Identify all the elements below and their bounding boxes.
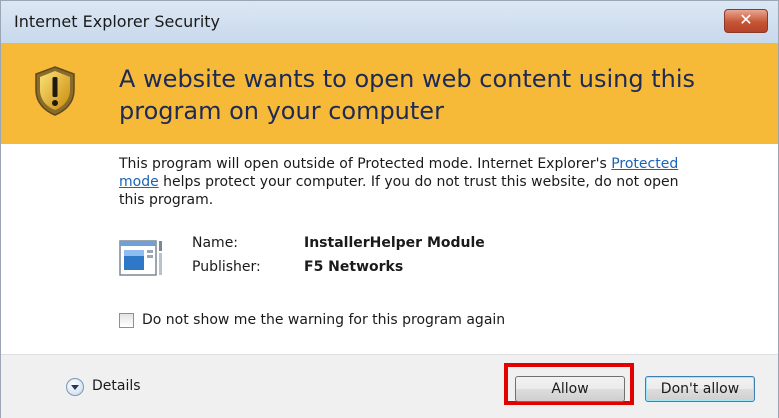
description-text-after: helps protect your computer. If you do n… <box>119 174 679 208</box>
publisher-value: F5 Networks <box>304 259 404 275</box>
warning-banner: A website wants to open web content usin… <box>1 44 778 144</box>
close-button[interactable]: ✕ <box>724 9 768 33</box>
chevron-down-icon[interactable] <box>66 378 84 396</box>
shield-warning-icon <box>35 66 75 116</box>
program-window-icon <box>119 240 162 276</box>
button-bar: Details Allow Don't allow <box>1 354 778 418</box>
close-icon: ✕ <box>739 10 753 29</box>
allow-button[interactable]: Allow <box>515 376 625 402</box>
details-label[interactable]: Details <box>92 378 141 394</box>
publisher-label: Publisher: <box>192 259 261 275</box>
dont-show-again-label[interactable]: Do not show me the warning for this prog… <box>142 312 505 328</box>
dont-allow-button[interactable]: Don't allow <box>645 376 755 402</box>
dont-show-again-checkbox[interactable] <box>119 313 134 328</box>
banner-heading: A website wants to open web content usin… <box>119 65 696 125</box>
window-title: Internet Explorer Security <box>14 12 221 31</box>
description: This program will open outside of Protec… <box>119 155 679 209</box>
name-value: InstallerHelper Module <box>304 235 485 251</box>
ie-security-dialog: Internet Explorer Security ✕ A website w… <box>0 0 779 418</box>
title-bar[interactable]: Internet Explorer Security ✕ <box>1 1 778 44</box>
description-text-before: This program will open outside of Protec… <box>119 156 612 172</box>
name-label: Name: <box>192 235 239 251</box>
